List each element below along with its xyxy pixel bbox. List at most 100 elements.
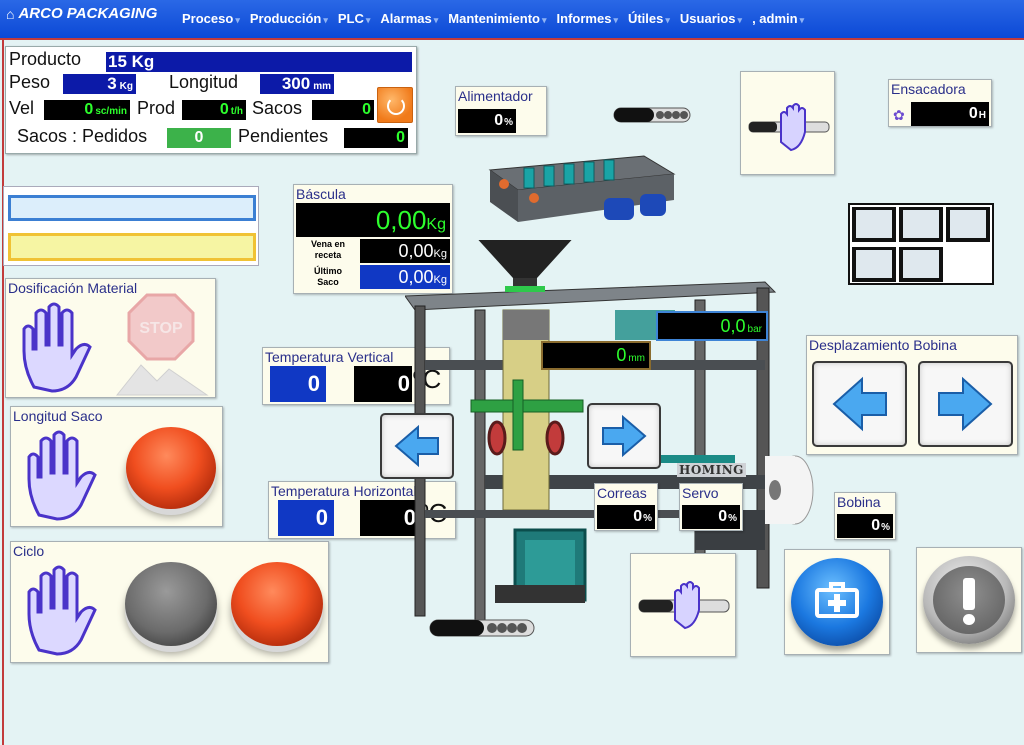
servo-panel: Servo 0% xyxy=(679,483,743,531)
manual-valve-icon xyxy=(748,103,830,152)
producto-label: Producto xyxy=(9,49,82,69)
hand-stop-icon[interactable] xyxy=(21,562,101,658)
hand-stop-icon[interactable] xyxy=(16,299,96,395)
svg-text:STOP: STOP xyxy=(139,320,183,337)
menu-informes[interactable]: Informes ▾ xyxy=(557,11,618,26)
arrow-left-icon xyxy=(832,376,887,432)
arrow-left-icon xyxy=(394,424,439,468)
brand[interactable]: ⌂ ARCO PACKAGING xyxy=(6,5,157,22)
menu-mantenimiento[interactable]: Mantenimiento ▾ xyxy=(448,11,546,26)
bascula-main-value: 0,00Kg xyxy=(296,203,450,237)
longitud-label: Longitud xyxy=(169,72,239,92)
pedidos-value[interactable]: 0 xyxy=(167,128,231,148)
pendientes-label: Pendientes xyxy=(238,126,329,146)
prod-label: Prod xyxy=(137,98,176,118)
temp-vertical-actual: 0 xyxy=(354,366,412,402)
manual-valve-icon xyxy=(638,581,730,630)
ultimo-label: Último Saco xyxy=(314,266,342,287)
bobina-panel: Bobina 0% xyxy=(834,492,896,540)
menu-plc[interactable]: PLC ▾ xyxy=(338,11,371,26)
menu-alarmas[interactable]: Alarmas ▾ xyxy=(380,11,438,26)
tool-indicator-bottom xyxy=(429,619,535,637)
bobina-right-button[interactable] xyxy=(918,361,1013,447)
manual-valve-bottom-button[interactable] xyxy=(630,553,736,657)
servo-title: Servo xyxy=(682,485,719,501)
menu-proceso[interactable]: Proceso ▾ xyxy=(182,11,240,26)
arrow-right-icon xyxy=(938,376,993,432)
menu-user-admin[interactable]: , admin ▾ xyxy=(752,11,804,26)
ciclo-red-button[interactable] xyxy=(231,562,323,646)
desplazamiento-title: Desplazamiento Bobina xyxy=(809,337,957,353)
ensacadora-panel: Ensacadora ✿ 0H xyxy=(888,79,992,127)
chevron-down-icon: ▾ xyxy=(665,15,670,25)
pendientes-value: 0 xyxy=(344,128,408,148)
temp-horizontal-setpoint[interactable]: 0 xyxy=(278,500,334,536)
bobina-left-button[interactable] xyxy=(812,361,907,447)
brand-name: ARCO PACKAGING xyxy=(18,5,158,22)
prod-value: 0 t/h xyxy=(182,100,246,120)
temp-horizontal-title: Temperatura Horizontal xyxy=(271,483,417,499)
chevron-down-icon: ▾ xyxy=(235,15,240,25)
chevron-down-icon: ▾ xyxy=(433,15,439,25)
left-arrow-button[interactable] xyxy=(380,413,454,479)
sacos-value: 0 xyxy=(312,100,374,120)
homing-label: HOMING xyxy=(677,463,746,477)
correas-value: 0% xyxy=(597,505,655,529)
menu-usuarios[interactable]: Usuarios ▾ xyxy=(680,11,742,26)
alimentador-title: Alimentador xyxy=(458,88,533,104)
correas-panel: Correas 0% xyxy=(594,483,658,531)
vel-label: Vel xyxy=(9,98,35,118)
dosificacion-panel: Dosificación Material STOP xyxy=(5,278,216,398)
screens-overview-thumbnail[interactable] xyxy=(848,203,994,285)
temp-vertical-setpoint[interactable]: 0 xyxy=(270,366,326,402)
bobina-title: Bobina xyxy=(837,494,881,510)
vel-value: 0 sc/min xyxy=(44,100,130,120)
manual-valve-top-button[interactable] xyxy=(740,71,835,175)
tool-indicator-top xyxy=(613,107,691,123)
alimentador-panel: Alimentador 0% xyxy=(455,86,547,136)
chevron-down-icon: ▾ xyxy=(542,15,547,25)
warning-icon xyxy=(923,556,1015,644)
servo-value: 0% xyxy=(682,505,740,529)
pedidos-label: Sacos : Pedidos xyxy=(17,126,148,146)
longitud-saco-red-button[interactable] xyxy=(126,427,216,509)
first-aid-button[interactable] xyxy=(784,549,890,655)
pressure-display: 0,0 bar xyxy=(656,311,768,341)
left-border-line xyxy=(2,40,4,745)
chevron-down-icon: ▾ xyxy=(365,15,371,25)
top-nav-bar: ⌂ ARCO PACKAGING Proceso ▾ Producción ▾ PL… xyxy=(0,0,1024,40)
yellow-input-bar[interactable] xyxy=(8,233,256,261)
ciclo-title: Ciclo xyxy=(13,543,45,559)
main-menu: Proceso ▾ Producción ▾ PLC ▾ Alarmas ▾ Mante… xyxy=(182,11,814,26)
ensacadora-title: Ensacadora xyxy=(891,81,966,97)
product-panel: Producto 15 Kg Peso 3 Kg Longitud 300 mm V… xyxy=(5,46,417,154)
peso-label: Peso xyxy=(9,72,51,92)
chevron-down-icon: ▾ xyxy=(613,15,618,25)
alimentador-value: 0% xyxy=(458,109,516,133)
menu-utiles[interactable]: Útiles ▾ xyxy=(628,11,670,26)
vena-label: Vena en receta xyxy=(310,239,346,260)
blue-input-bar[interactable] xyxy=(8,195,256,221)
stop-sign-icon: STOP xyxy=(115,293,209,396)
ciclo-grey-button[interactable] xyxy=(125,562,217,646)
first-aid-icon xyxy=(791,558,883,646)
temp-vertical-title: Temperatura Vertical xyxy=(265,349,394,365)
feeder-conveyor-illustration xyxy=(488,155,676,222)
ensacadora-value: 0H xyxy=(911,102,989,126)
bobina-value: 0% xyxy=(837,514,893,538)
right-arrow-button[interactable] xyxy=(587,403,661,469)
input-bars-panel xyxy=(3,186,259,266)
longitud-saco-panel: Longitud Saco xyxy=(10,406,223,527)
menu-produccion[interactable]: Producción ▾ xyxy=(250,11,328,26)
refresh-button[interactable] xyxy=(377,87,413,123)
length-mm-display: 0 mm xyxy=(541,341,651,370)
producto-value[interactable]: 15 Kg xyxy=(106,52,412,72)
bascula-title: Báscula xyxy=(296,186,346,202)
hand-stop-icon[interactable] xyxy=(21,427,101,523)
warning-button[interactable] xyxy=(916,547,1022,653)
longitud-saco-title: Longitud Saco xyxy=(13,408,103,424)
peso-value[interactable]: 3 Kg xyxy=(63,74,136,94)
longitud-value[interactable]: 300 mm xyxy=(260,74,334,94)
arrow-right-icon xyxy=(602,414,647,458)
home-icon: ⌂ xyxy=(6,5,15,22)
